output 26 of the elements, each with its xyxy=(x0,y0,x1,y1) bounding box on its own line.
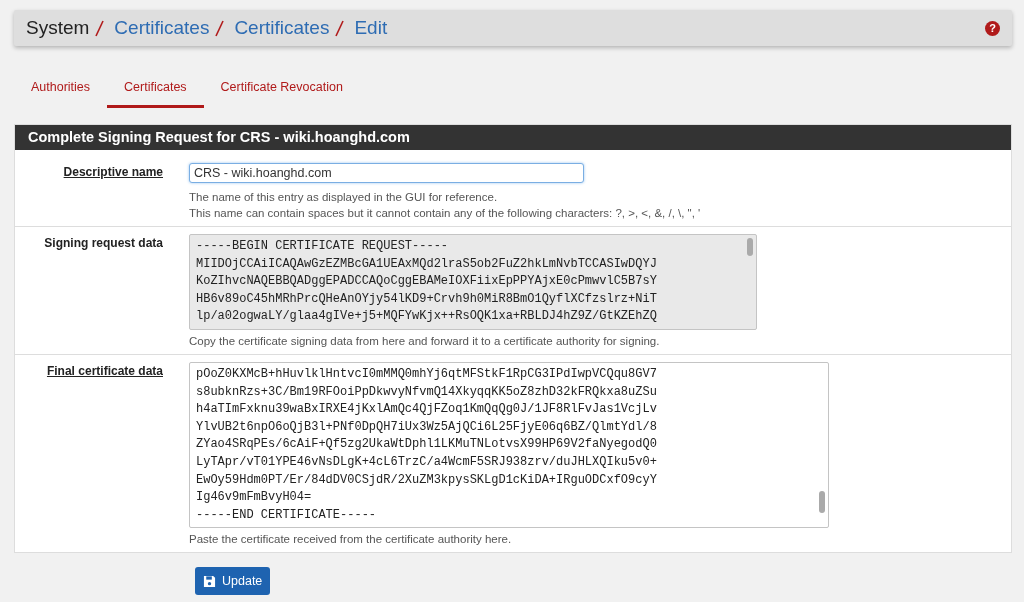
field-label: Final certificate data xyxy=(45,362,163,380)
separator-icon xyxy=(335,18,345,38)
tab[interactable]: Authorities xyxy=(14,72,108,108)
breadcrumb-link[interactable]: Certificates xyxy=(234,17,330,39)
breadcrumb-text: System xyxy=(26,17,90,39)
panel-title: Complete Signing Request for CRS - wiki.hoanghd.com xyxy=(15,125,1011,150)
text-field[interactable]: CRS - wiki.hoanghd.com xyxy=(189,163,584,183)
help-icon[interactable]: ? xyxy=(985,20,1000,36)
scrollbar-thumb[interactable] xyxy=(819,491,825,514)
help-text: This name can contain spaces but it cannot contain any of the following characters: ?, >, <, &, /, \, ", ' xyxy=(189,206,701,221)
save-icon xyxy=(203,574,216,588)
help-text: The name of this entry as displayed in the GUI for reference. xyxy=(189,190,499,205)
separator-icon xyxy=(95,18,105,38)
text-area[interactable]: pOoZ0KXMcB+hHuvlklHntvcI0mMMQ0mhYj6qtMFStkF1RpCG3IPdIwpVCQqu8GV7 s8ubknRzs+3C/Bm19RFOoiPpDkwvyNfvmQ14XkyqqKK5oZ8zhD32kFRQkxa8uZSu h4aTImFxknu39waBxIRXE4jKxlAmQc4QjFZoq1KmQqQg0J/1JF8RlFvJas1VcjLv YlvUB2t6npO6oQjB3l+PNf0DpQH7iUx3Wz5AjQCi6L25FjyE06q6BZ/QlmtYdl/8 ZYao4SRqPEs/6cAiF+Qf5zg2UkaWtDphl1LKMuTNLotvsX99HP69V2faNyegodQ0 LyTApr/vT01YPE46vNsDLgK+4cL6TrzC/a4WcmF5SRJ938zrv/duJHLXQIku5v0+ EwOy59Hdm0PT/Er/84dDV0CSjdR/2XuZM3kpysSKLgD1cKiDA+IRguODCxfO9cyY Ig46v9mFmBvyH04= -----END CERTIFICATE----- xyxy=(189,361,829,529)
scrollbar-thumb[interactable] xyxy=(747,238,753,256)
text-area[interactable]: -----BEGIN CERTIFICATE REQUEST----- MIIDOjCCAiICAQAwGzEZMBcGA1UEAxMQd2lraS5ob2FuZ2hkLmNvbTCCASIwDQYJ KoZIhvcNAQEBBQADggEPADCCAQoCggEBAMeIOXFiixEpPPYAjxE0cPmwvlC5B7sY HB6v89oC45hMRhPrcQHeAnOYjy54lKD9+Crvh9h0MiR8BmO1QyflXCfzslrz+NiT lp/a02ogwaLY/glaa4gIVe+j5+MQFYwKjx++RsOQK1xa+RBLDJ4hZ9Z/GtKZEhZQ xyxy=(189,234,757,330)
breadcrumb-link[interactable]: Edit xyxy=(354,17,388,39)
field-label: Descriptive name xyxy=(62,164,163,181)
help-text: Copy the certificate signing data from here and forward it to a certificate authority for signing. xyxy=(189,333,661,349)
field-label: Signing request data xyxy=(43,235,163,252)
update-button[interactable]: Update xyxy=(195,567,271,596)
help-text: Paste the certificate received from the certificate authority here. xyxy=(189,532,513,548)
tab[interactable]: Certificates xyxy=(107,72,204,108)
separator-icon xyxy=(215,18,225,38)
breadcrumb-link[interactable]: Certificates xyxy=(114,17,210,39)
tab[interactable]: Certificate Revocation xyxy=(203,72,360,108)
